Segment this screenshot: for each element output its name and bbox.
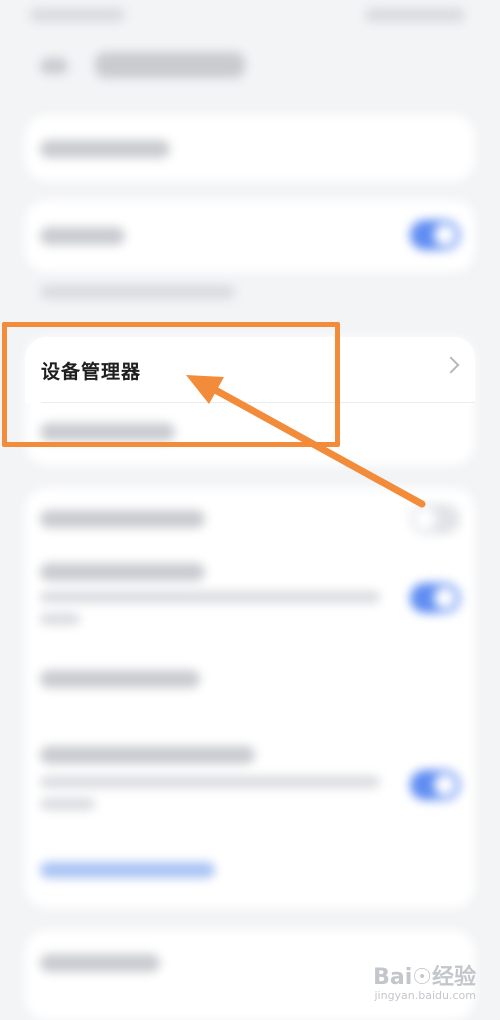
pointer-arrow-icon: [186, 375, 426, 508]
baidu-watermark: Bai☉经验 jingyan.baidu.com: [373, 959, 476, 1002]
watermark-url: jingyan.baidu.com: [374, 989, 476, 1002]
watermark-logo: Bai☉经验: [373, 965, 476, 990]
